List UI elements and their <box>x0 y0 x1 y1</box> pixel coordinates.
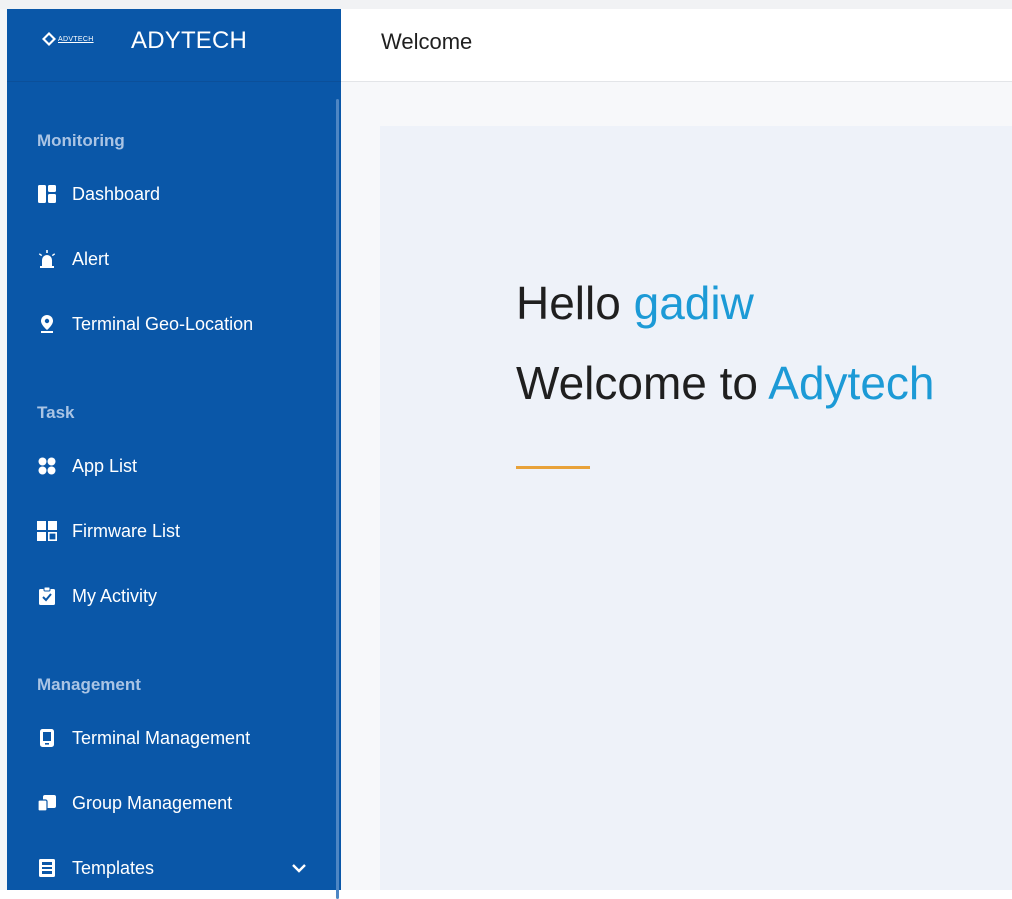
sidebar-item-terminal-geo-location[interactable]: Terminal Geo-Location <box>37 310 327 338</box>
brand-logo: ADVTECH <box>42 31 112 47</box>
welcome-card: Hello gadiw Welcome to Adytech <box>380 126 1012 890</box>
sidebar-item-label: Terminal Geo-Location <box>72 313 254 334</box>
brand-header[interactable]: ADVTECH ADYTECH <box>7 9 341 82</box>
logo-mark-icon <box>42 32 56 46</box>
sidebar-item-label: My Activity <box>72 585 158 606</box>
sidebar-item-my-activity[interactable]: My Activity <box>37 582 327 610</box>
sidebar-item-alert[interactable]: Alert <box>37 245 327 273</box>
welcome-line: Welcome to Adytech <box>516 356 935 410</box>
alarm-icon <box>37 249 57 269</box>
greeting-prefix: Hello <box>516 277 621 329</box>
location-pin-icon <box>37 314 57 334</box>
sidebar-item-dashboard[interactable]: Dashboard <box>37 180 327 208</box>
sidebar-item-templates[interactable]: Templates <box>37 854 327 882</box>
clipboard-check-icon <box>37 586 57 606</box>
accent-divider <box>516 466 590 469</box>
template-icon <box>37 858 57 878</box>
apps-icon <box>37 456 57 476</box>
dashboard-icon <box>37 184 57 204</box>
welcome-brand: Adytech <box>768 357 935 409</box>
sidebar-item-label: Alert <box>72 248 110 269</box>
sidebar: ADVTECH ADYTECH Monitoring Dashboard Ale… <box>7 9 341 899</box>
sidebar-item-label: Group Management <box>72 792 233 813</box>
section-title-task: Task <box>37 403 75 422</box>
sidebar-item-group-management[interactable]: Group Management <box>37 789 327 817</box>
chevron-down-icon[interactable] <box>289 858 309 878</box>
sidebar-item-label: Firmware List <box>72 520 181 541</box>
sidebar-item-label: Terminal Management <box>72 727 251 748</box>
terminal-device-icon <box>37 728 57 748</box>
grid-icon <box>37 521 57 541</box>
greeting-line: Hello gadiw <box>516 276 754 330</box>
sidebar-item-label: Templates <box>72 857 155 878</box>
brand-title: ADYTECH <box>131 27 248 54</box>
main-content: Hello gadiw Welcome to Adytech <box>341 82 1012 890</box>
username: gadiw <box>633 277 754 329</box>
page-title: Welcome <box>381 29 473 54</box>
sidebar-item-label: Dashboard <box>72 183 161 204</box>
top-strip <box>0 0 1012 9</box>
sidebar-item-firmware-list[interactable]: Firmware List <box>37 517 327 545</box>
sidebar-item-terminal-management[interactable]: Terminal Management <box>37 724 327 752</box>
app-window: ADVTECH ADYTECH Monitoring Dashboard Ale… <box>0 0 1012 899</box>
welcome-prefix: Welcome to <box>516 357 759 409</box>
sidebar-scrollbar[interactable] <box>336 99 339 899</box>
sidebar-item-label: App List <box>72 455 138 476</box>
section-title-management: Management <box>37 675 141 694</box>
sidebar-item-app-list[interactable]: App List <box>37 452 327 480</box>
section-title-monitoring: Monitoring <box>37 131 125 150</box>
brand-logo-text: ADVTECH <box>58 35 94 43</box>
page-header: Welcome <box>341 9 1012 82</box>
sidebar-nav: Monitoring Dashboard Alert Terminal Geo-… <box>7 83 341 899</box>
group-icon <box>37 793 57 813</box>
